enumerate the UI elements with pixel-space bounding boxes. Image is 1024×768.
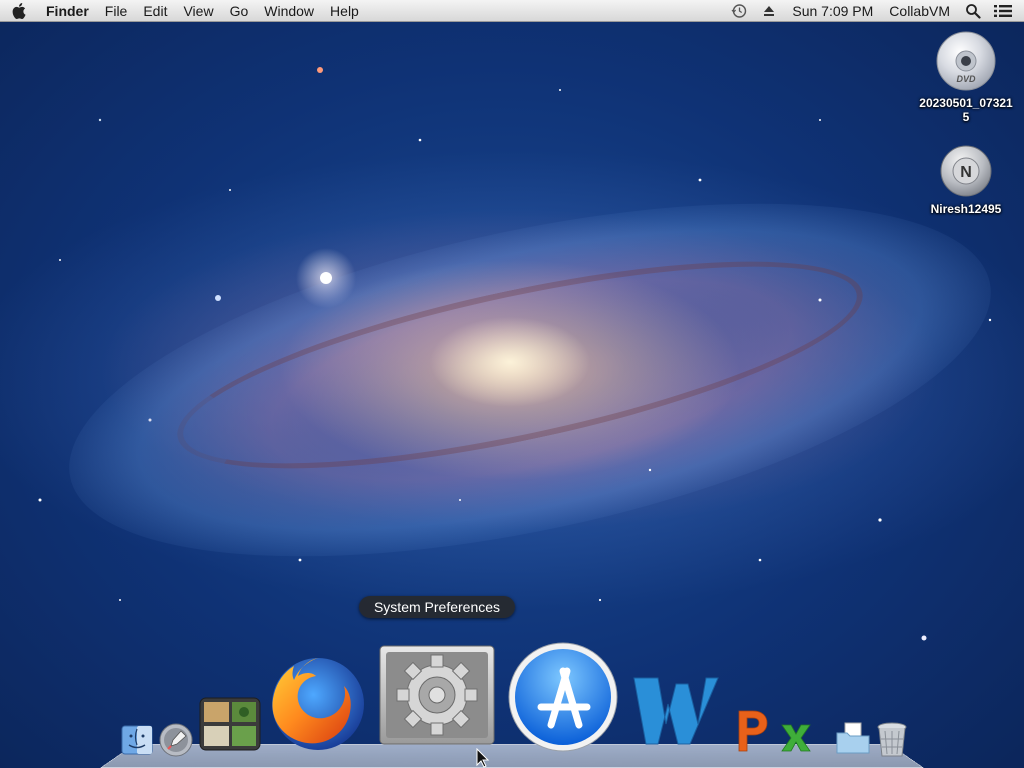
svg-text:N: N	[960, 164, 972, 181]
firefox-icon	[266, 652, 370, 756]
trash-icon	[876, 721, 908, 759]
dock-item-trash[interactable]	[874, 720, 910, 760]
word-icon	[630, 672, 720, 750]
dock-item-system-preferences[interactable]	[378, 644, 496, 746]
documents-icon	[835, 721, 871, 755]
gear-icon	[378, 644, 496, 746]
photo-booth-icon	[198, 696, 262, 752]
dock-item-word[interactable]	[630, 672, 720, 750]
powerpoint-icon	[731, 707, 771, 753]
dock-item-photo-booth[interactable]	[197, 696, 262, 752]
dock-item-launchpad[interactable]	[158, 722, 194, 758]
menu-finder[interactable]: Finder	[38, 0, 97, 22]
menu-go[interactable]: Go	[222, 0, 257, 22]
menu-view[interactable]: View	[175, 0, 221, 22]
menu-clock[interactable]: Sun 7:09 PM	[784, 0, 881, 22]
apple-icon[interactable]	[0, 0, 38, 22]
menu-window[interactable]: Window	[256, 0, 322, 22]
svg-text:DVD: DVD	[956, 74, 976, 84]
desktop-icon-label: Niresh12495	[931, 202, 1002, 216]
finder-icon	[121, 725, 153, 755]
dock-item-excel[interactable]	[778, 720, 814, 756]
dock-item-finder[interactable]	[120, 724, 154, 756]
eject-icon[interactable]	[754, 0, 784, 22]
dock-item-app-store[interactable]	[506, 640, 620, 754]
time-machine-icon[interactable]	[724, 0, 754, 22]
menu-edit[interactable]: Edit	[135, 0, 175, 22]
mouse-cursor-icon	[476, 748, 490, 768]
desktop-icon-label: 20230501_073215	[918, 96, 1014, 124]
notification-list-icon[interactable]	[988, 0, 1018, 22]
dock-item-powerpoint[interactable]	[730, 706, 772, 754]
launchpad-icon	[159, 723, 193, 757]
excel-icon	[779, 721, 813, 755]
dock-tooltip: System Preferences	[359, 596, 515, 618]
desktop-icon-dvd[interactable]: DVD 20230501_073215	[918, 30, 1014, 124]
menu-bar: Finder File Edit View Go Window Help Sun…	[0, 0, 1024, 22]
spotlight-search-icon[interactable]	[958, 0, 988, 22]
dock-item-documents[interactable]	[834, 720, 872, 756]
app-store-icon	[507, 641, 619, 753]
menu-user[interactable]: CollabVM	[881, 0, 958, 22]
desktop-icon-disk[interactable]: N Niresh12495	[918, 144, 1014, 216]
dock-item-firefox[interactable]	[266, 652, 370, 756]
dvd-icon: DVD	[935, 30, 997, 92]
menu-file[interactable]: File	[97, 0, 136, 22]
disk-icon: N	[939, 144, 993, 198]
menu-help[interactable]: Help	[322, 0, 367, 22]
